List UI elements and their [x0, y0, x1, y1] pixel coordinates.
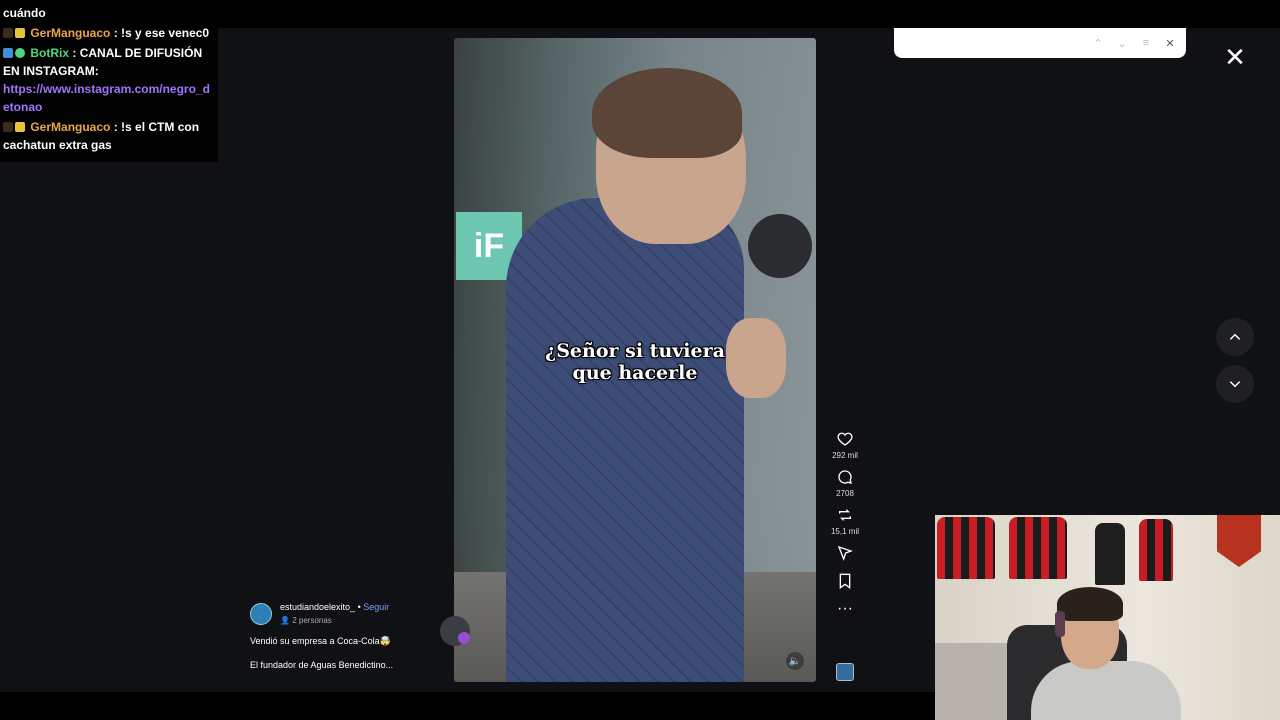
share-button[interactable] [824, 542, 866, 564]
author-line: estudiandoelexito_ • Seguir [280, 602, 389, 612]
search-input[interactable] [894, 28, 1084, 58]
repost-icon [834, 504, 856, 526]
filter-icon[interactable]: ≡ [1138, 35, 1154, 51]
chat-message: BotRix : CANAL DE DIFUSIÓN EN INSTAGRAM:… [3, 44, 215, 116]
jersey-image [1009, 517, 1067, 579]
find-in-page-box: ⌃ ⌄ ≡ ✕ [894, 28, 1186, 58]
badge-icon [3, 48, 13, 58]
streamer-body [1031, 661, 1181, 720]
chevron-up-icon[interactable]: ⌃ [1090, 35, 1106, 51]
verified-icon [15, 48, 25, 58]
chat-text: : !s y ese venec0 [113, 26, 210, 40]
jersey-image [937, 517, 995, 579]
caption-line: que hacerle [572, 362, 698, 384]
like-button[interactable]: 292 mil [824, 428, 866, 460]
jersey-image [1095, 523, 1125, 585]
author-name[interactable]: estudiandoelexito_ [280, 602, 355, 612]
collaborators[interactable]: 👤 2 personas [280, 616, 332, 625]
repost-button[interactable]: 15,1 mil [824, 504, 866, 536]
chat-message: GerManguaco : !s el CTM con cachatun ext… [3, 118, 215, 154]
caption-line: ¿Señor si tuviera [545, 340, 725, 362]
chat-username: BotRix [30, 46, 70, 60]
person-jacket [506, 198, 744, 682]
audio-thumbnail[interactable] [836, 663, 854, 681]
action-column: 292 mil 2708 15,1 mil ··· [824, 428, 866, 626]
headset-icon [1055, 611, 1065, 637]
chevron-down-icon [1229, 381, 1241, 388]
close-viewer-button[interactable]: ✕ [1222, 42, 1248, 72]
chevron-up-icon [1229, 333, 1241, 340]
person-hair [592, 68, 742, 158]
badge-icon [15, 28, 25, 38]
bed-image [935, 643, 1015, 720]
chat-message: GerManguaco : !s y ese venec0 [3, 24, 215, 42]
next-video-button[interactable] [1216, 365, 1254, 403]
comment-button[interactable]: 2708 [824, 466, 866, 498]
avatar[interactable] [250, 603, 272, 625]
close-icon[interactable]: ✕ [1162, 35, 1178, 51]
follow-button[interactable]: Seguir [363, 602, 389, 612]
post-description-more[interactable]: El fundador de Aguas Benedictino... [250, 660, 393, 670]
people-count: 2 personas [292, 616, 332, 625]
webcam-overlay [935, 515, 1280, 720]
purple-badge-icon [458, 632, 470, 644]
repost-count: 15,1 mil [830, 527, 859, 536]
person-icon: 👤 [280, 616, 290, 625]
stream-chat-overlay: cuándo GerManguaco : !s y ese venec0 Bot… [0, 0, 218, 162]
chat-fragment: cuándo [3, 6, 46, 20]
heart-icon [834, 428, 856, 450]
comment-count: 2708 [836, 489, 854, 498]
chat-link[interactable]: https://www.instagram.com/negro_detonao [3, 82, 210, 114]
streamer-hair [1057, 587, 1123, 621]
more-button[interactable]: ··· [824, 598, 866, 620]
badge-icon [3, 28, 13, 38]
badge-icon [15, 122, 25, 132]
post-description: Vendió su empresa a Coca-Cola🤯 [250, 636, 391, 646]
badge-icon [3, 122, 13, 132]
chevron-down-icon[interactable]: ⌄ [1114, 35, 1130, 51]
bookmark-icon [834, 570, 856, 592]
sign-circle [748, 214, 812, 278]
chat-username: GerManguaco [30, 120, 111, 134]
more-icon: ··· [837, 600, 853, 617]
send-icon [834, 542, 856, 564]
jersey-image [1139, 519, 1173, 581]
save-button[interactable] [824, 570, 866, 592]
like-count: 292 mil [832, 451, 858, 460]
comment-icon [834, 466, 856, 488]
separator: • [355, 602, 364, 612]
video-player[interactable]: iF ¿Señor si tuviera que hacerle 🔈 [454, 38, 816, 682]
previous-video-button[interactable] [1216, 318, 1254, 356]
chat-username: GerManguaco [30, 26, 111, 40]
volume-icon[interactable]: 🔈 [786, 652, 804, 670]
video-caption: ¿Señor si tuviera que hacerle [514, 340, 756, 384]
